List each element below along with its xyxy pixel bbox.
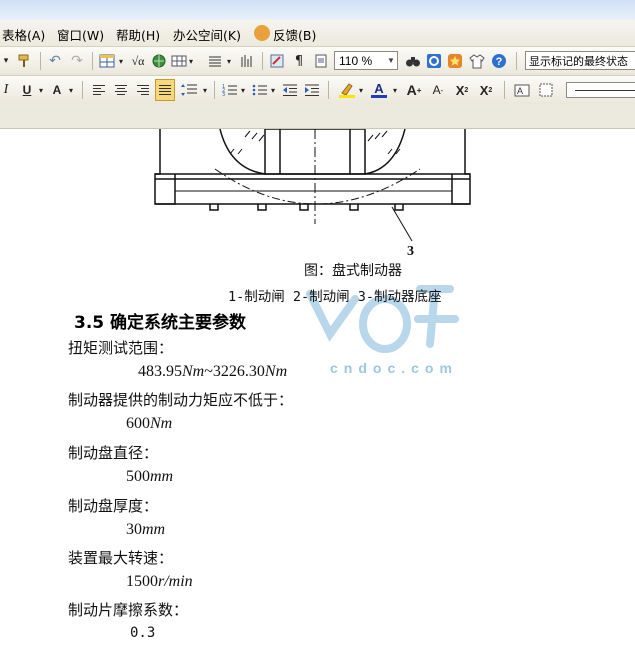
redo-icon[interactable]: ↷ <box>68 51 86 71</box>
param-label-max-speed: 装置最大转速： <box>68 549 174 567</box>
toolbar-separator <box>40 52 41 70</box>
chevron-down-icon[interactable]: ▼ <box>385 52 397 69</box>
menu-bar: 表格(A) 窗口(W) 帮助(H) 办公空间(K) 反馈(B) <box>0 20 635 47</box>
formatting-toolbar: I U ▾ A ▾ ▾ 123 ▾ ▾ ▾ A ▾ A + A- X2 X2 A <box>0 76 635 105</box>
markup-view-select[interactable]: 显示标记的最终状态 <box>525 51 635 70</box>
show-formatting-icon[interactable]: ¶ <box>290 51 308 71</box>
param-label-friction-coefficient: 制动片摩擦系数： <box>68 601 189 619</box>
standard-toolbar: ▾ ↶ ↷ ▾ √α ▾ ▾ ¶ 110 % ▼ ? 显示标记的最终状态 <box>0 47 635 76</box>
text-box-icon[interactable]: A <box>512 80 532 100</box>
increase-indent-icon[interactable] <box>302 80 322 100</box>
format-painter-icon[interactable] <box>14 51 34 71</box>
italic-icon[interactable]: I <box>0 80 12 100</box>
part-label: 3 <box>407 244 414 259</box>
figure-legend: 1-制动闸 2-制动闸 3-制动器底座 <box>228 289 442 305</box>
param-value-torque-range: 483.95Nm~3226.30Nm <box>138 363 288 380</box>
help-icon[interactable]: ? <box>490 51 508 71</box>
dropdown-arrow-icon[interactable]: ▾ <box>2 51 10 71</box>
menu-feedback[interactable]: 反馈(B) <box>273 25 316 44</box>
dropdown-arrow-icon[interactable]: ▾ <box>68 80 74 100</box>
section-heading: 3.5 确定系统主要参数 <box>74 313 247 333</box>
shrink-font-icon[interactable]: A- <box>428 80 448 100</box>
dropdown-arrow-icon[interactable]: ▾ <box>270 80 276 100</box>
line-spacing-icon[interactable] <box>178 80 200 100</box>
watermark-text: cndoc.com <box>330 360 458 376</box>
align-center-icon[interactable] <box>112 80 130 100</box>
line-style-select[interactable] <box>566 82 635 98</box>
param-label-torque-range: 扭矩测试范围： <box>68 339 174 357</box>
font-color-icon[interactable]: A <box>368 80 390 100</box>
formula-icon[interactable]: √α <box>128 51 148 71</box>
svg-text:3: 3 <box>222 92 225 97</box>
table-icon[interactable] <box>98 51 116 71</box>
dropdown-arrow-icon[interactable]: ▾ <box>240 80 246 100</box>
menu-office-space[interactable]: 办公空间(K) <box>173 25 241 44</box>
figure-caption: 图：盘式制动器 <box>304 263 402 279</box>
dropdown-arrow-icon[interactable]: ▾ <box>38 80 44 100</box>
param-label-disc-thickness: 制动盘厚度： <box>68 497 159 515</box>
param-label-braking-torque: 制动器提供的制动力矩应不低于： <box>68 391 294 409</box>
shirt-icon[interactable] <box>468 51 486 71</box>
menu-window[interactable]: 窗口(W) <box>57 25 104 44</box>
web-icon[interactable] <box>150 51 168 71</box>
numbering-icon[interactable]: 123 <box>220 80 240 100</box>
dropdown-arrow-icon[interactable]: ▾ <box>358 80 364 100</box>
drawing-icon[interactable] <box>268 51 286 71</box>
superscript-icon[interactable]: X2 <box>452 80 472 100</box>
help-search-icon[interactable] <box>425 51 443 71</box>
highlight-icon[interactable] <box>336 80 358 100</box>
param-label-disc-diameter: 制动盘直径： <box>68 444 159 462</box>
title-bar-strip <box>0 0 635 20</box>
toolbar-separator <box>82 81 83 99</box>
dropdown-arrow-icon[interactable]: ▾ <box>392 80 398 100</box>
undo-icon[interactable]: ↶ <box>46 51 64 71</box>
page-border-icon[interactable] <box>536 80 556 100</box>
align-right-icon[interactable] <box>134 80 152 100</box>
toolbar-separator <box>262 52 263 70</box>
feedback-icon <box>254 25 270 41</box>
dropdown-arrow-icon[interactable]: ▾ <box>188 51 194 71</box>
ruler-area <box>0 104 635 129</box>
param-value-disc-thickness: 30mm <box>126 521 166 538</box>
menu-table[interactable]: 表格(A) <box>2 25 45 44</box>
grow-font-icon[interactable]: A + <box>404 80 424 100</box>
param-value-friction-coefficient: 0.3 <box>130 625 156 641</box>
align-justify-icon[interactable] <box>155 79 175 101</box>
toolbar-separator <box>92 52 93 70</box>
zoom-combo[interactable]: 110 % ▼ <box>334 51 398 70</box>
bullets-icon[interactable] <box>250 80 270 100</box>
subscript-icon[interactable]: X2 <box>476 80 496 100</box>
toolbar-separator <box>328 81 329 99</box>
menu-help[interactable]: 帮助(H) <box>116 25 160 44</box>
decrease-indent-icon[interactable] <box>280 80 300 100</box>
toolbar-separator <box>516 52 517 70</box>
dropdown-arrow-icon[interactable]: ▾ <box>202 80 208 100</box>
app-center-icon[interactable] <box>446 51 464 71</box>
toolbar-separator <box>214 81 215 99</box>
toolbar-separator <box>504 81 505 99</box>
zoom-value: 110 % <box>339 54 373 68</box>
char-shading-icon[interactable]: A <box>48 80 66 100</box>
param-value-max-speed: 1500r/min <box>126 573 193 590</box>
align-left-icon[interactable] <box>90 80 108 100</box>
svg-text:A: A <box>517 86 523 96</box>
document-page[interactable]: 3 cndoc.com 图：盘式制动器 1-制动闸 2-制动闸 3-制动器底座 … <box>0 129 635 655</box>
param-value-braking-torque: 600Nm <box>126 415 173 432</box>
underline-icon[interactable]: U <box>18 80 36 100</box>
chart-icon[interactable] <box>238 51 256 71</box>
dropdown-arrow-icon[interactable]: ▾ <box>226 51 232 71</box>
markup-view-value: 显示标记的最终状态 <box>529 55 628 68</box>
svg-text:?: ? <box>496 56 503 68</box>
document-map-icon[interactable] <box>312 51 330 71</box>
insert-table-icon[interactable] <box>170 51 188 71</box>
binoculars-icon[interactable] <box>404 51 422 71</box>
columns-icon[interactable] <box>206 51 224 71</box>
dropdown-arrow-icon[interactable]: ▾ <box>118 51 124 71</box>
param-value-disc-diameter: 500mm <box>126 468 174 485</box>
brake-drawing: 3 <box>154 129 471 259</box>
